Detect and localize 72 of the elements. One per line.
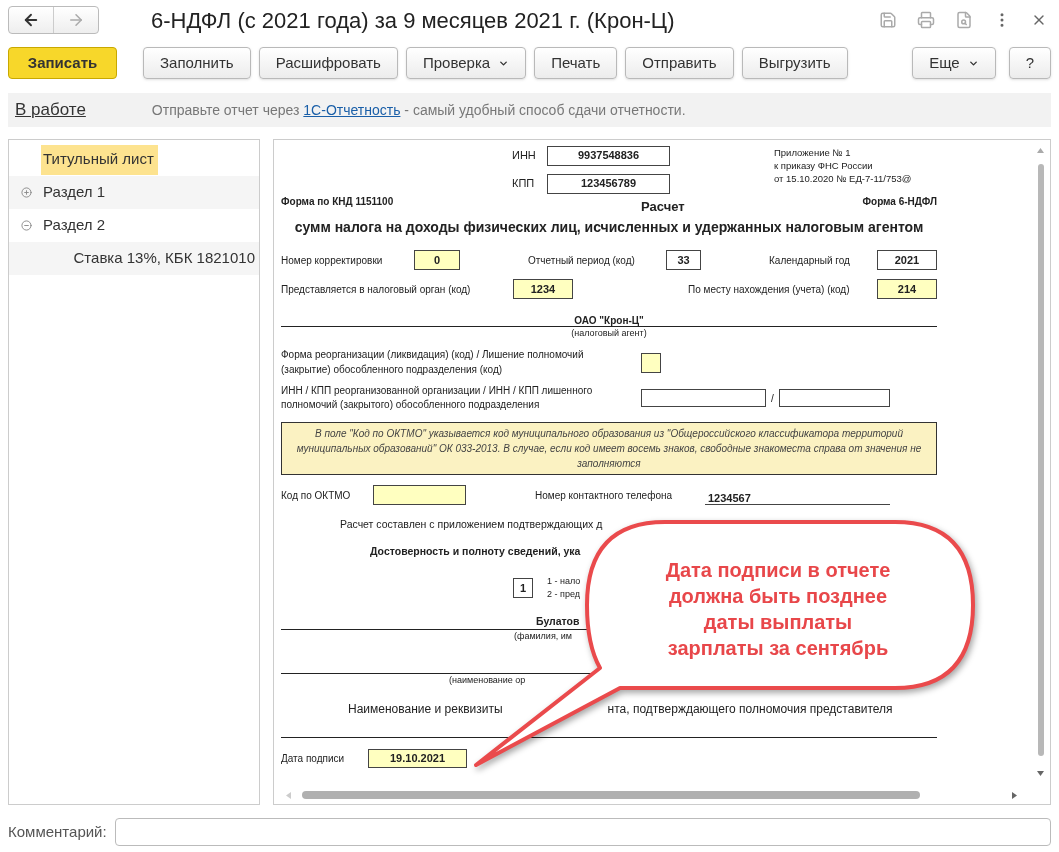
- separator-text: /: [771, 391, 774, 406]
- scroll-up-icon[interactable]: [1037, 148, 1044, 153]
- form-code: Форма по КНД 1151100: [281, 195, 394, 209]
- reorg-inn-field[interactable]: [641, 389, 766, 407]
- scroll-right-icon[interactable]: [1012, 792, 1017, 799]
- form-name: Форма 6-НДФЛ: [862, 195, 937, 209]
- vertical-scrollbar[interactable]: [1038, 164, 1044, 756]
- form-field[interactable]: 33: [666, 250, 701, 270]
- form-field[interactable]: 1234: [513, 279, 573, 299]
- field-label: Календарный год: [769, 253, 851, 268]
- toolbar-button[interactable]: Печать: [534, 47, 618, 79]
- scroll-left-icon[interactable]: [286, 792, 291, 799]
- expand-icon[interactable]: [21, 187, 32, 198]
- appendix-note: Приложение № 1 к приказу ФНС России от 15.10.2020 № ЕД-7-11/753@: [774, 146, 913, 186]
- report-subtitle: сумм налога на доходы физических лиц, исчисленных и удержанных налоговым агентом: [293, 217, 925, 237]
- toolbar-button[interactable]: Заполнить: [143, 47, 251, 79]
- form-field[interactable]: 1: [513, 578, 533, 598]
- info-message: Отправьте отчет через 1С-Отчетность - самый удобный способ сдачи отчетности.: [151, 100, 686, 120]
- form-field[interactable]: 214: [877, 279, 937, 299]
- document-text: нта, подтверждающего полномочия представителя: [607, 701, 893, 716]
- phone-label: Номер контактного телефона: [535, 488, 674, 503]
- tree-item[interactable]: Раздел 2: [41, 210, 110, 241]
- reorg-inn-label: ИНН / КПП реорганизованной организации / ИНН / КПП лишенного полномочий (закрытого) обособленного подразделения: [281, 384, 594, 412]
- scroll-down-icon[interactable]: [1037, 771, 1044, 776]
- agent-name: ОАО "Крон-Ц": [281, 313, 937, 327]
- preview-icon[interactable]: [955, 11, 973, 29]
- oktmo-label: Код по ОКТМО: [281, 488, 352, 503]
- toolbar-button[interactable]: Выгрузить: [741, 47, 848, 79]
- inn-label: ИНН: [512, 148, 537, 164]
- form-field[interactable]: 0: [414, 250, 460, 270]
- comment-label: Комментарий:: [8, 821, 108, 842]
- reorg-code-field[interactable]: [641, 353, 661, 373]
- tree-item[interactable]: Титульный лист: [41, 144, 158, 175]
- document-text: Наименование и реквизиты: [348, 701, 503, 716]
- status-link[interactable]: В работе: [15, 97, 86, 123]
- save-icon[interactable]: [879, 11, 897, 29]
- print-icon[interactable]: [917, 11, 935, 29]
- oktmo-note: В поле "Код по ОКТМО" указывается код муниципального образования из "Общероссийского классификатора территорий муниципальных образований" ОК 033-2013. В случае, если код имеет восемь знаков, свободные знакоместа справа от значения не заполняются: [281, 422, 937, 475]
- field-label: Отчетный период (код): [528, 253, 636, 268]
- field-label: Представляется в налоговый орган (код): [281, 282, 472, 297]
- form-field[interactable]: 2021: [877, 250, 937, 270]
- forward-arrow-icon: [67, 11, 85, 29]
- toolbar-button[interactable]: Проверка: [405, 47, 527, 79]
- report-title: Расчет: [641, 197, 685, 216]
- reliability-text: Достоверность и полноту сведений, ука: [369, 544, 582, 559]
- toolbar-button[interactable]: Отправить: [625, 47, 734, 79]
- signer-options: 1 - нало 2 - пред: [547, 575, 581, 601]
- phone-field[interactable]: 1234567: [705, 485, 890, 505]
- toolbar-button[interactable]: Расшифровать: [258, 47, 398, 79]
- agent-caption: (налоговый агент): [570, 327, 648, 339]
- reorg-kpp-field[interactable]: [778, 389, 890, 407]
- reorg-label: Форма реорганизации (ликвидация) (код) / Лишение полномочий (закрытие) обособленного подразделения (код): [281, 348, 585, 377]
- attachment-text: Расчет составлен с приложением подтверждающих д: [339, 517, 604, 532]
- window-title: 6-НДФЛ (с 2021 года) за 9 месяцев 2021 г. (Крон-Ц): [151, 6, 675, 35]
- comment-field[interactable]: [115, 818, 1051, 846]
- sign-date-label: Дата подписи: [281, 752, 346, 766]
- collapse-icon[interactable]: [21, 220, 32, 231]
- reporting-link[interactable]: 1С-Отчетность: [303, 101, 401, 118]
- signer-caption: (фамилия, им: [513, 630, 573, 642]
- form-field[interactable]: 123456789: [547, 173, 670, 194]
- kpp-label: КПП: [512, 176, 536, 192]
- callout-text: Дата подписи в отчете должна быть позднее даты выплаты зарплаты за сентябрь: [664, 558, 892, 661]
- oktmo-field[interactable]: [373, 485, 466, 505]
- sign-date-field[interactable]: 19.10.2021: [368, 749, 467, 768]
- save-button[interactable]: Записать: [8, 47, 117, 79]
- field-label: По месту нахождения (учета) (код): [688, 282, 851, 297]
- form-field[interactable]: 9937548836: [547, 145, 670, 166]
- org-caption: (наименование ор: [449, 674, 526, 686]
- more-button[interactable]: Еще: [912, 47, 996, 79]
- field-label: Номер корректировки: [281, 253, 384, 268]
- horizontal-scrollbar[interactable]: [302, 791, 920, 799]
- help-button[interactable]: ?: [1008, 47, 1051, 79]
